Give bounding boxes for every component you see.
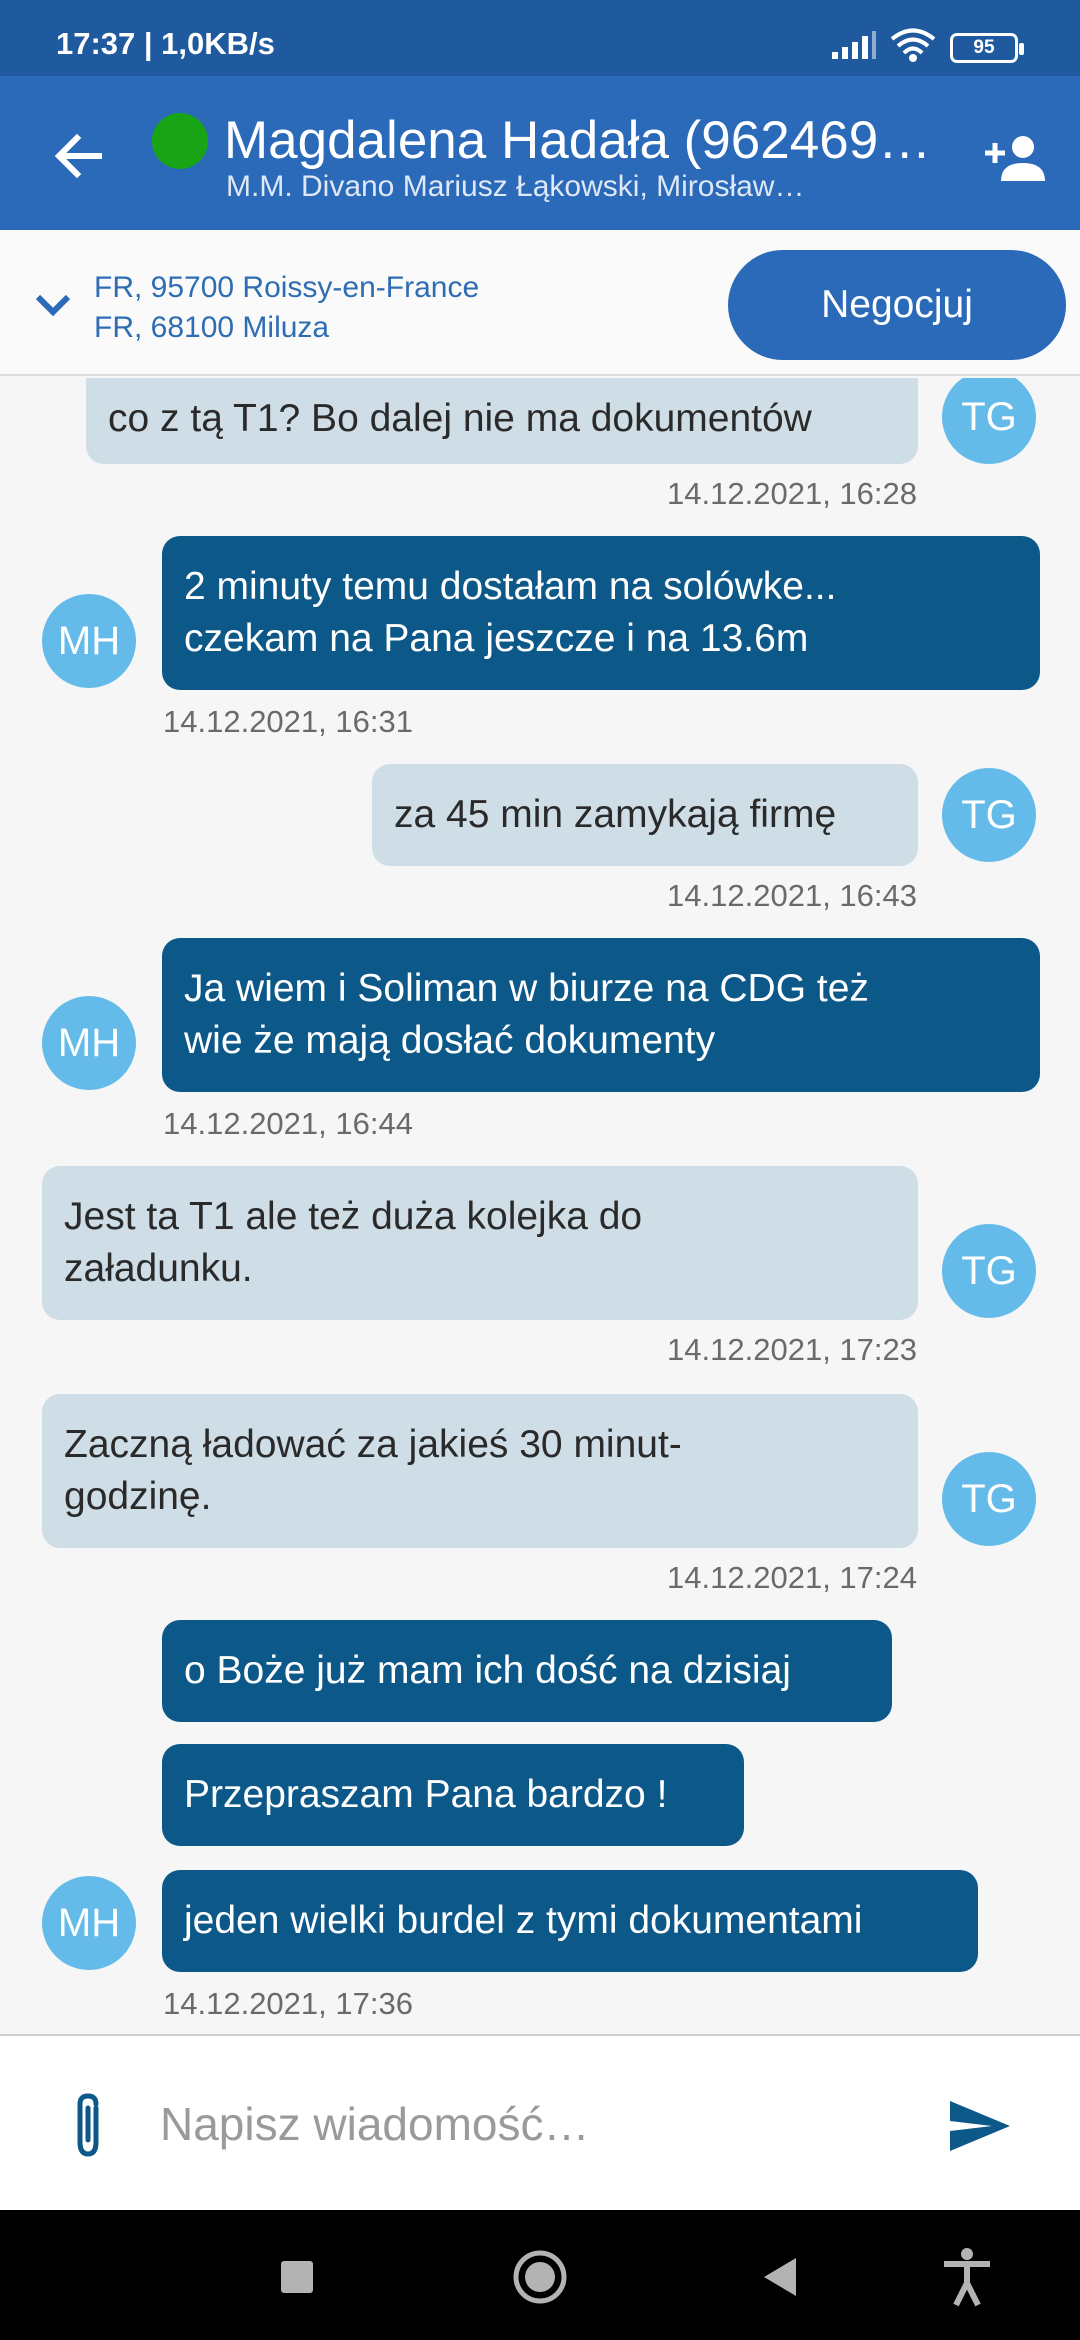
paperclip-icon — [77, 2093, 99, 2157]
message-bubble-incoming[interactable]: za 45 min zamykają firmę — [372, 764, 918, 866]
route-origin: FR, 95700 Roissy-en-France — [94, 271, 480, 304]
message-timestamp: 14.12.2021, 16:28 — [667, 476, 917, 511]
message-bubble-incoming[interactable]: Jest ta T1 ale też duża kolejka do załad… — [42, 1166, 918, 1320]
avatar-mh: MH — [42, 594, 136, 688]
avatar-tg: TG — [942, 1452, 1036, 1546]
message-text: za 45 min zamykają firmę — [394, 793, 837, 836]
message-timestamp: 14.12.2021, 16:44 — [163, 1106, 413, 1141]
add-person-button[interactable] — [978, 120, 1054, 196]
wifi-icon — [890, 28, 936, 67]
message-bubble-outgoing[interactable]: jeden wielki burdel z tymi dokumentami — [162, 1870, 978, 1972]
message-text: Przepraszam Pana bardzo ! — [184, 1773, 668, 1816]
message-timestamp: 14.12.2021, 17:23 — [667, 1332, 917, 1367]
status-time: 17:37 | 1,0KB/s — [56, 26, 275, 61]
back-nav-button[interactable] — [745, 2242, 815, 2312]
battery-icon: 95 — [950, 32, 1024, 63]
message-text-line: Jest ta T1 ale też duża kolejka do — [64, 1195, 643, 1238]
back-triangle-icon — [764, 2258, 796, 2296]
message-text-line: załadunku. — [64, 1247, 253, 1290]
avatar-tg: TG — [942, 378, 1036, 464]
status-icons: 95 — [830, 28, 1024, 67]
contact-name[interactable]: Magdalena Hadała (962469… — [224, 110, 944, 171]
accessibility-button[interactable] — [932, 2242, 1002, 2312]
message-text-line: Ja wiem i Soliman w biurze na CDG też — [184, 967, 869, 1010]
contact-company: M.M. Divano Mariusz Łąkowski, Mirosław… — [226, 170, 805, 203]
message-text-line: 2 minuty temu dostałam na solówke... — [184, 565, 837, 608]
message-text: co z tą T1? Bo dalej nie ma dokumentów — [108, 397, 812, 440]
message-text-line: godzinę. — [64, 1475, 212, 1518]
message-bubble-incoming[interactable]: co z tą T1? Bo dalej nie ma dokumentów — [86, 378, 918, 464]
avatar-mh: MH — [42, 996, 136, 1090]
message-bubble-outgoing[interactable]: Ja wiem i Soliman w biurze na CDG też wi… — [162, 938, 1040, 1092]
home-circle-icon — [513, 2250, 567, 2304]
message-text-line: czekam na Pana jeszcze i na 13.6m — [184, 617, 809, 660]
message-timestamp: 14.12.2021, 17:24 — [667, 1560, 917, 1595]
message-timestamp: 14.12.2021, 16:31 — [163, 704, 413, 739]
route-summary: FR, 95700 Roissy-en-France FR, 68100 Mil… — [94, 268, 479, 348]
route-bar: FR, 95700 Roissy-en-France FR, 68100 Mil… — [0, 230, 1080, 376]
online-status-dot — [152, 113, 208, 169]
signal-icon — [830, 30, 876, 65]
message-bubble-outgoing[interactable]: 2 minuty temu dostałam na solówke... cze… — [162, 536, 1040, 690]
message-text-line: wie że mają dosłać dokumenty — [184, 1019, 716, 1062]
message-input[interactable] — [160, 2080, 900, 2168]
avatar-tg: TG — [942, 768, 1036, 862]
message-bubble-incoming[interactable]: Zaczną ładować za jakieś 30 minut- godzi… — [42, 1394, 918, 1548]
route-destination: FR, 68100 Miluza — [94, 311, 330, 344]
message-bubble-outgoing[interactable]: Przepraszam Pana bardzo ! — [162, 1744, 744, 1846]
attach-button[interactable] — [58, 2088, 118, 2164]
route-expand-toggle[interactable] — [28, 280, 78, 330]
accessibility-icon — [944, 2248, 990, 2307]
home-button[interactable] — [505, 2242, 575, 2312]
add-person-icon — [985, 136, 1045, 181]
message-text: o Boże już mam ich dość na dzisiaj — [184, 1649, 791, 1692]
message-text-line: Zaczną ładować za jakieś 30 minut- — [64, 1423, 682, 1466]
system-nav-bar — [0, 2210, 1080, 2340]
back-button[interactable] — [40, 118, 116, 194]
recents-button[interactable] — [262, 2242, 332, 2312]
message-timestamp: 14.12.2021, 17:36 — [163, 1986, 413, 2021]
send-icon — [950, 2101, 1010, 2151]
message-composer — [0, 2034, 1080, 2210]
avatar-mh: MH — [42, 1876, 136, 1970]
message-timestamp: 14.12.2021, 16:43 — [667, 878, 917, 913]
send-button[interactable] — [940, 2088, 1020, 2164]
message-bubble-outgoing[interactable]: o Boże już mam ich dość na dzisiaj — [162, 1620, 892, 1722]
chevron-down-icon — [35, 294, 71, 317]
back-arrow-icon — [54, 133, 102, 179]
recents-square-icon — [281, 2261, 313, 2293]
status-bar: 17:37 | 1,0KB/s 95 — [0, 0, 1080, 76]
negotiate-button[interactable]: Negocjuj — [728, 250, 1066, 360]
message-text: jeden wielki burdel z tymi dokumentami — [184, 1899, 863, 1942]
avatar-tg: TG — [942, 1224, 1036, 1318]
app-bar: Magdalena Hadała (962469… M.M. Divano Ma… — [0, 76, 1080, 230]
chat-thread[interactable]: co z tą T1? Bo dalej nie ma dokumentów T… — [0, 378, 1080, 2034]
